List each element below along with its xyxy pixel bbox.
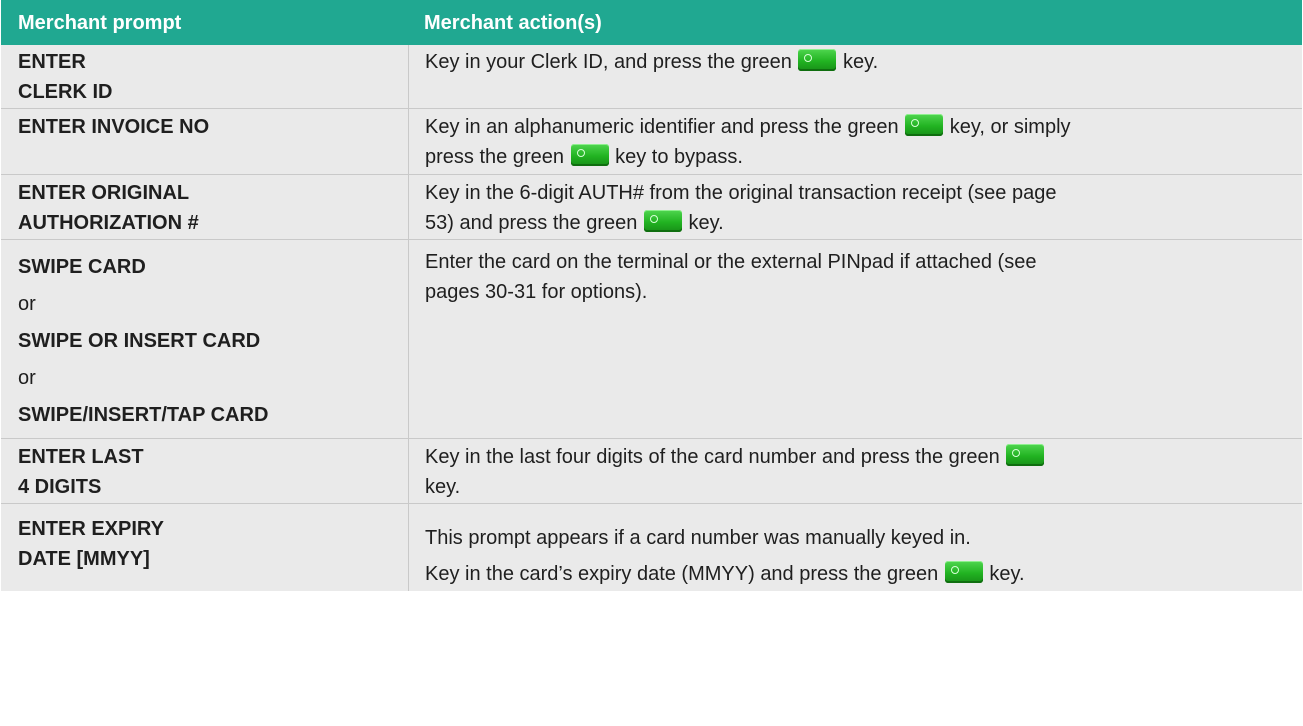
action-line: Key in the 6-digit AUTH# from the origin… xyxy=(425,182,1057,204)
action-cell: Key in an alphanumeric identifier and pr… xyxy=(408,109,1302,174)
action-text: key. xyxy=(983,563,1025,585)
action-cell: Key in the last four digits of the card … xyxy=(408,439,1302,503)
prompt-line: ENTER EXPIRY xyxy=(18,518,164,540)
action-text: press the green xyxy=(425,146,570,168)
green-key-icon xyxy=(1006,444,1045,466)
prompt-or: or xyxy=(18,367,36,389)
action-cell: Key in the 6-digit AUTH# from the origin… xyxy=(408,175,1302,239)
green-key-icon xyxy=(905,114,944,136)
action-line: press the green key to bypass. xyxy=(425,142,1288,172)
green-key-icon xyxy=(798,49,837,71)
green-key-icon xyxy=(570,144,609,166)
prompt-line: CLERK ID xyxy=(18,81,113,103)
prompt-cell: ENTER LAST 4 DIGITS xyxy=(1,439,408,503)
action-text: Key in the card’s expiry date (MMYY) and… xyxy=(425,563,944,585)
header-merchant-prompt: Merchant prompt xyxy=(18,11,182,34)
action-line: This prompt appears if a card number was… xyxy=(425,527,971,549)
prompt-line: SWIPE CARD xyxy=(18,256,146,278)
table-row: ENTER EXPIRY DATE [MMYY] This prompt app… xyxy=(1,504,1302,591)
prompt-line: 4 DIGITS xyxy=(18,476,102,498)
prompt-cell: SWIPE CARD or SWIPE OR INSERT CARD or SW… xyxy=(1,240,408,438)
green-key-icon xyxy=(643,210,682,232)
action-text: key, or simply xyxy=(944,116,1071,138)
prompt-line: AUTHORIZATION # xyxy=(18,212,199,234)
prompt-or: or xyxy=(18,293,36,315)
action-line: Key in an alphanumeric identifier and pr… xyxy=(425,112,1288,142)
prompt-cell: ENTER EXPIRY DATE [MMYY] xyxy=(1,504,408,591)
prompt-line: ENTER ORIGINAL xyxy=(18,182,190,204)
action-text: Key in the last four digits of the card … xyxy=(425,446,1006,468)
action-line: pages 30-31 for options). xyxy=(425,281,648,303)
prompt-cell: ENTER ORIGINAL AUTHORIZATION # xyxy=(1,175,408,239)
table-header-row: Merchant prompt Merchant action(s) xyxy=(1,0,1302,45)
prompt-line: ENTER INVOICE NO xyxy=(18,116,210,138)
action-line: 53) and press the green key. xyxy=(425,208,1288,238)
action-text: 53) and press the green xyxy=(425,212,643,234)
action-cell: Enter the card on the terminal or the ex… xyxy=(408,240,1302,438)
prompt-line: ENTER LAST xyxy=(18,446,144,468)
action-line: Enter the card on the terminal or the ex… xyxy=(425,251,1037,273)
table-row: ENTER CLERK ID Key in your Clerk ID, and… xyxy=(1,45,1302,109)
action-text: key to bypass. xyxy=(609,146,743,168)
green-key-icon xyxy=(944,561,983,583)
action-cell: This prompt appears if a card number was… xyxy=(408,504,1302,591)
table-row: ENTER INVOICE NO Key in an alphanumeric … xyxy=(1,109,1302,175)
prompt-line: DATE [MMYY] xyxy=(18,548,150,570)
merchant-prompts-table: Merchant prompt Merchant action(s) ENTER… xyxy=(1,0,1302,591)
action-line: Key in the card’s expiry date (MMYY) and… xyxy=(425,556,1288,592)
prompt-line: SWIPE/INSERT/TAP CARD xyxy=(18,404,269,426)
action-line: key. xyxy=(425,476,461,498)
action-text: Key in an alphanumeric identifier and pr… xyxy=(425,116,905,138)
table-row: ENTER ORIGINAL AUTHORIZATION # Key in th… xyxy=(1,175,1302,240)
prompt-line: SWIPE OR INSERT CARD xyxy=(18,330,261,352)
action-cell: Key in your Clerk ID, and press the gree… xyxy=(408,45,1302,108)
action-line: Key in the last four digits of the card … xyxy=(425,442,1288,472)
action-text: key. xyxy=(682,212,724,234)
action-line: Key in your Clerk ID, and press the gree… xyxy=(425,47,1288,77)
action-text: Key in your Clerk ID, and press the gree… xyxy=(425,51,798,73)
prompt-cell: ENTER INVOICE NO xyxy=(1,109,408,174)
action-text: key. xyxy=(837,51,879,73)
prompt-line: ENTER xyxy=(18,51,86,73)
table-row: ENTER LAST 4 DIGITS Key in the last four… xyxy=(1,439,1302,504)
prompt-cell: ENTER CLERK ID xyxy=(1,45,408,108)
table-row: SWIPE CARD or SWIPE OR INSERT CARD or SW… xyxy=(1,240,1302,439)
header-merchant-actions: Merchant action(s) xyxy=(424,11,602,34)
